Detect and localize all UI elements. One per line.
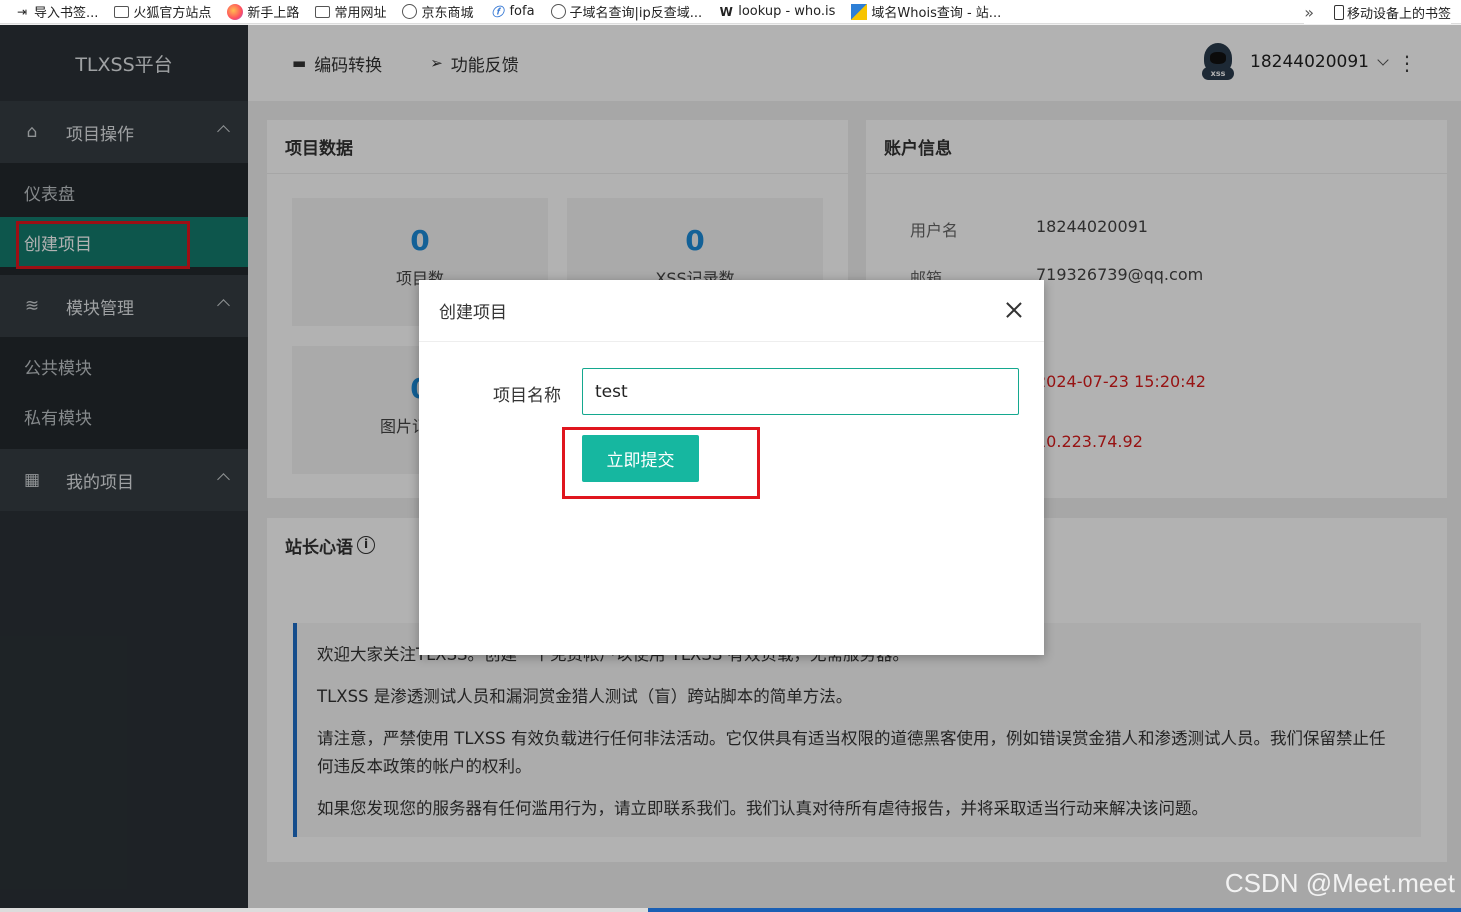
bookmark-firefox-official[interactable]: 火狐官方站点 <box>114 2 211 21</box>
project-name-input[interactable] <box>582 368 1019 415</box>
chevron-double-right-icon[interactable]: » <box>1304 3 1314 22</box>
import-icon: ⇥ <box>16 4 28 19</box>
submit-button[interactable]: 立即提交 <box>582 435 699 482</box>
bookmark-import[interactable]: ⇥ 导入书签... <box>14 2 98 22</box>
globe-icon <box>550 4 566 19</box>
bookmark-fofa[interactable]: ⓕ fofa <box>489 4 534 20</box>
bookmarks-bar: ⇥ 导入书签... 火狐官方站点 新手上路 常用网址 京东商城 ⓕ fofa 子域名… <box>0 0 1461 24</box>
create-project-modal: 创建项目 项目名称 立即提交 <box>419 280 1044 655</box>
watermark: CSDN @Meet.meet <box>1224 868 1455 898</box>
phone-icon <box>1333 4 1344 20</box>
bookmark-common-sites[interactable]: 常用网址 <box>315 2 386 21</box>
project-name-label: 项目名称 <box>493 386 561 406</box>
bookmarks-right: » 移动设备上的书签 <box>1304 0 1451 24</box>
close-icon[interactable] <box>1004 300 1024 320</box>
flag-icon <box>851 3 868 20</box>
taskbar-strip <box>0 908 1461 912</box>
bookmark-domain-whois[interactable]: 域名Whois查询 - 站... <box>851 2 1001 21</box>
modal-title: 创建项目 <box>439 303 507 323</box>
bookmark-subdomain[interactable]: 子域名查询|ip反查域... <box>550 2 702 21</box>
bookmark-getting-started[interactable]: 新手上路 <box>227 2 299 21</box>
folder-icon <box>114 5 130 18</box>
modal-header: 创建项目 <box>419 280 1044 342</box>
mobile-bookmarks[interactable]: 移动设备上的书签 <box>1347 3 1451 22</box>
folder-icon <box>315 5 331 18</box>
bookmark-jd[interactable]: 京东商城 <box>402 2 473 21</box>
w-icon: W <box>719 4 733 19</box>
fofa-icon: ⓕ <box>491 4 504 19</box>
firefox-icon <box>227 3 244 20</box>
bookmark-whois[interactable]: Wlookup - who.is <box>718 4 836 20</box>
globe-icon <box>402 4 418 19</box>
